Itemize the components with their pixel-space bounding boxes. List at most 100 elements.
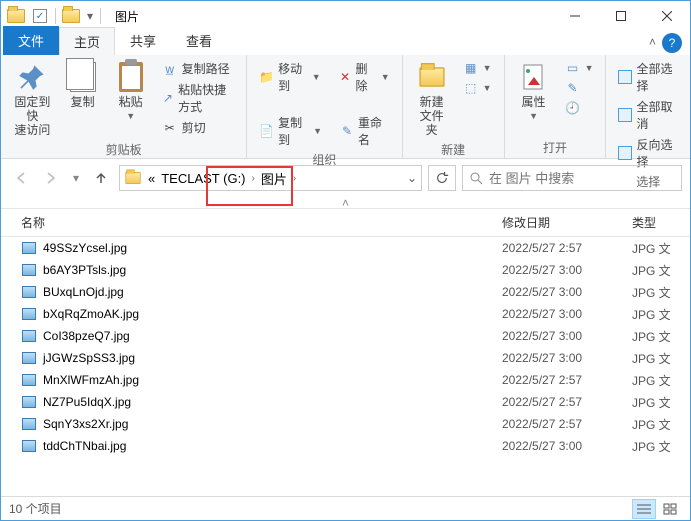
file-row[interactable]: MnXlWFmzAh.jpg2022/5/27 2:57JPG 文	[1, 369, 690, 391]
file-name: b6AY3PTsls.jpg	[43, 263, 502, 277]
file-row[interactable]: bXqRqZmoAK.jpg2022/5/27 3:00JPG 文	[1, 303, 690, 325]
collapse-nav-pane[interactable]: ˄	[1, 197, 690, 209]
tab-share[interactable]: 共享	[115, 26, 171, 55]
file-row[interactable]: BUxqLnOjd.jpg2022/5/27 3:00JPG 文	[1, 281, 690, 303]
search-icon	[469, 171, 483, 185]
column-headers: 名称 修改日期 类型	[1, 209, 690, 237]
back-button[interactable]	[9, 166, 33, 190]
forward-button[interactable]	[39, 166, 63, 190]
history-icon: 🕘	[565, 100, 581, 116]
cut-button[interactable]: ✂剪切	[158, 118, 239, 137]
file-row[interactable]: b6AY3PTsls.jpg2022/5/27 3:00JPG 文	[1, 259, 690, 281]
select-none-icon	[618, 107, 632, 123]
image-file-icon	[21, 240, 37, 256]
new-item-button[interactable]: ▦▼	[459, 59, 496, 77]
ribbon-tabs: 文件 主页 共享 查看 ˄ ?	[1, 31, 690, 55]
file-list[interactable]: 49SSzYcsel.jpg2022/5/27 2:57JPG 文b6AY3PT…	[1, 237, 690, 515]
file-date: 2022/5/27 2:57	[502, 417, 632, 431]
breadcrumb-seg-drive[interactable]: TECLAST (G:)	[161, 171, 245, 186]
rename-label: 重命名	[358, 114, 390, 148]
image-file-icon	[21, 394, 37, 410]
file-row[interactable]: CoI38pzeQ7.jpg2022/5/27 3:00JPG 文	[1, 325, 690, 347]
file-name: tddChTNbai.jpg	[43, 439, 502, 453]
delete-icon: ✕	[339, 69, 352, 85]
close-button[interactable]	[644, 1, 690, 31]
copy-label: 复制	[71, 95, 95, 109]
ribbon: 固定到快 速访问 复制 粘贴 ▼ w̲复制路径 ↗粘贴快捷方式 ✂剪切 剪贴板 …	[1, 55, 690, 159]
qat-customize[interactable]: ▾	[84, 5, 96, 27]
cut-label: 剪切	[182, 119, 206, 136]
delete-label: 删除	[355, 60, 374, 94]
chevron-right-icon[interactable]: ›	[293, 173, 296, 184]
copy-to-label: 复制到	[278, 114, 307, 148]
easy-access-icon: ⬚	[463, 80, 479, 96]
file-row[interactable]: NZ7Pu5IdqX.jpg2022/5/27 2:57JPG 文	[1, 391, 690, 413]
qat-properties[interactable]: ✓	[29, 5, 51, 27]
thumbnails-view-button[interactable]	[658, 499, 682, 519]
new-folder-button[interactable]: 新建 文件夹	[411, 59, 453, 139]
column-date[interactable]: 修改日期	[502, 214, 632, 231]
folder-icon	[419, 67, 444, 87]
copy-icon	[70, 62, 96, 92]
select-none-button[interactable]: 全部取消	[614, 97, 682, 133]
pin-quick-access-button[interactable]: 固定到快 速访问	[9, 59, 56, 139]
checkbox-icon: ✓	[33, 9, 47, 23]
folder-icon	[7, 9, 25, 23]
new-item-icon: ▦	[463, 60, 479, 76]
copy-button[interactable]: 复制	[62, 59, 104, 111]
folder-icon	[62, 9, 80, 23]
file-name: NZ7Pu5IdqX.jpg	[43, 395, 502, 409]
copy-to-button[interactable]: 📄复制到▼	[255, 113, 326, 149]
image-file-icon	[21, 416, 37, 432]
edit-button[interactable]: ✎	[561, 79, 598, 97]
pin-icon	[18, 63, 46, 91]
delete-button[interactable]: ✕删除▼	[335, 59, 394, 95]
tab-file[interactable]: 文件	[3, 26, 59, 55]
paste-shortcut-label: 粘贴快捷方式	[178, 81, 234, 115]
chevron-right-icon[interactable]: ›	[252, 173, 255, 184]
file-name: jJGWzSpSS3.jpg	[43, 351, 502, 365]
window-title: 图片	[115, 8, 139, 25]
rename-button[interactable]: ✎重命名	[336, 113, 394, 149]
recent-button[interactable]: ▾	[69, 166, 83, 190]
help-button[interactable]: ?	[662, 33, 682, 53]
group-label-clipboard: 剪贴板	[9, 139, 238, 158]
breadcrumb[interactable]: « TECLAST (G:) › 图片 › ⌄	[119, 165, 422, 191]
maximize-button[interactable]	[598, 1, 644, 31]
file-date: 2022/5/27 3:00	[502, 439, 632, 453]
select-all-button[interactable]: 全部选择	[614, 59, 682, 95]
search-input[interactable]	[489, 171, 675, 186]
file-type: JPG 文	[632, 438, 682, 455]
refresh-button[interactable]	[428, 165, 456, 191]
file-row[interactable]: jJGWzSpSS3.jpg2022/5/27 3:00JPG 文	[1, 347, 690, 369]
open-button[interactable]: ▭▼	[561, 59, 598, 77]
address-dropdown[interactable]: ⌄	[407, 171, 417, 185]
column-name[interactable]: 名称	[21, 214, 502, 231]
tab-view[interactable]: 查看	[171, 26, 227, 55]
file-row[interactable]: 49SSzYcsel.jpg2022/5/27 2:57JPG 文	[1, 237, 690, 259]
history-button[interactable]: 🕘	[561, 99, 598, 117]
qat-new-folder[interactable]	[60, 5, 82, 27]
app-icon[interactable]	[5, 5, 27, 27]
details-view-button[interactable]	[632, 499, 656, 519]
easy-access-button[interactable]: ⬚▼	[459, 79, 496, 97]
search-box[interactable]	[462, 165, 682, 191]
file-row[interactable]: SqnY3xs2Xr.jpg2022/5/27 2:57JPG 文	[1, 413, 690, 435]
paste-shortcut-button[interactable]: ↗粘贴快捷方式	[158, 80, 239, 116]
file-date: 2022/5/27 2:57	[502, 373, 632, 387]
image-file-icon	[21, 372, 37, 388]
minimize-button[interactable]	[552, 1, 598, 31]
copy-path-button[interactable]: w̲复制路径	[158, 59, 239, 78]
image-file-icon	[21, 306, 37, 322]
file-row[interactable]: tddChTNbai.jpg2022/5/27 3:00JPG 文	[1, 435, 690, 457]
move-to-button[interactable]: 📁移动到▼	[255, 59, 324, 95]
file-type: JPG 文	[632, 306, 682, 323]
tab-home[interactable]: 主页	[59, 27, 115, 55]
new-folder-label: 新建 文件夹	[415, 95, 449, 137]
breadcrumb-seg-folder[interactable]: 图片	[261, 169, 287, 188]
column-type[interactable]: 类型	[632, 214, 682, 231]
ribbon-expand-icon[interactable]: ˄	[649, 35, 656, 49]
properties-button[interactable]: 属性 ▼	[513, 59, 555, 123]
paste-button[interactable]: 粘贴 ▼	[110, 59, 152, 123]
up-button[interactable]	[89, 166, 113, 190]
